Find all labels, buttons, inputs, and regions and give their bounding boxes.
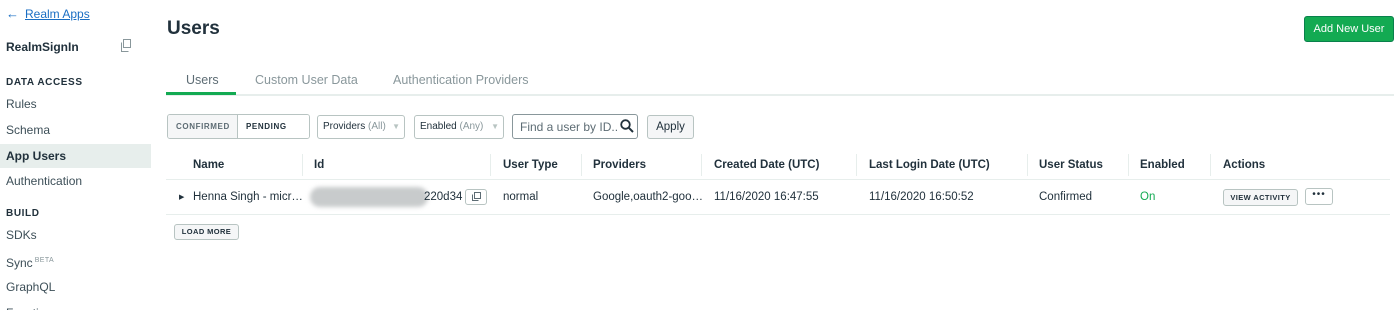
sidebar-item-sdks[interactable]: SDKs [0, 223, 151, 247]
redacted-id-mask [310, 187, 428, 207]
tab-bar: Users Custom User Data Authentication Pr… [166, 70, 1394, 96]
column-header-id[interactable]: Id [314, 159, 324, 171]
copy-icon [472, 192, 481, 201]
sidebar-item-graphql[interactable]: GraphQL [0, 275, 151, 299]
cell-user-type: normal [503, 191, 539, 203]
apply-button[interactable]: Apply [647, 115, 694, 139]
sidebar-item-schema[interactable]: Schema [0, 118, 151, 142]
column-divider[interactable] [701, 154, 702, 176]
user-search-box [512, 114, 638, 139]
column-header-user-type[interactable]: User Type [503, 159, 558, 171]
column-divider[interactable] [856, 154, 857, 176]
more-actions-button[interactable]: ••• [1305, 188, 1333, 205]
chevron-down-icon: ▼ [392, 122, 400, 131]
confirmed-toggle-button[interactable]: CONFIRMED [168, 115, 238, 138]
sidebar-item-rules[interactable]: Rules [0, 92, 151, 116]
sidebar-item-sync[interactable]: Sync BETA [0, 249, 151, 273]
column-divider[interactable] [1128, 154, 1129, 176]
chevron-down-icon: ▼ [491, 122, 499, 131]
providers-filter-dropdown[interactable]: Providers (All) ▼ [317, 115, 405, 139]
tab-authentication-providers[interactable]: Authentication Providers [393, 73, 529, 87]
enabled-filter-label: Enabled [420, 121, 457, 132]
pending-toggle-button[interactable]: PENDING [238, 115, 309, 138]
column-divider[interactable] [302, 154, 303, 176]
sidebar-item-sync-label: Sync [6, 256, 33, 270]
cell-user-status: Confirmed [1039, 191, 1093, 203]
app-name: RealmSignIn [6, 40, 79, 54]
column-divider[interactable] [1210, 154, 1211, 176]
user-search-input[interactable] [513, 115, 617, 138]
add-new-user-button[interactable]: Add New User [1304, 16, 1394, 42]
active-tab-indicator [166, 92, 236, 95]
column-header-created-date[interactable]: Created Date (UTC) [714, 159, 819, 171]
column-header-user-status[interactable]: User Status [1039, 159, 1103, 171]
column-divider[interactable] [490, 154, 491, 176]
providers-filter-value: (All) [368, 121, 386, 132]
section-title-data-access: DATA ACCESS [6, 77, 83, 88]
cell-created-date: 11/16/2020 16:47:55 [714, 191, 819, 203]
cell-providers: Google,oauth2-goo… [593, 191, 703, 203]
column-header-providers[interactable]: Providers [593, 159, 646, 171]
copy-icon[interactable] [120, 39, 132, 52]
back-to-realm-apps-link[interactable]: ← Realm Apps [6, 7, 90, 21]
load-more-button[interactable]: LOAD MORE [174, 224, 239, 240]
sidebar-item-authentication[interactable]: Authentication [0, 169, 151, 193]
sidebar-item-functions[interactable]: Functions [0, 301, 151, 310]
arrow-left-icon: ← [6, 6, 19, 21]
column-header-enabled[interactable]: Enabled [1140, 159, 1185, 171]
back-link-label: Realm Apps [25, 7, 90, 21]
column-header-actions: Actions [1223, 159, 1266, 171]
enabled-filter-dropdown[interactable]: Enabled (Any) ▼ [414, 115, 504, 139]
beta-badge: BETA [34, 257, 55, 264]
cell-enabled: On [1140, 191, 1156, 203]
tab-custom-user-data[interactable]: Custom User Data [255, 73, 358, 87]
column-divider[interactable] [1027, 154, 1028, 176]
table-row: ▶ Henna Singh - micr… 220d34 normal Goog… [166, 180, 1390, 215]
sidebar: ← Realm Apps RealmSignIn DATA ACCESS Rul… [0, 0, 152, 310]
sidebar-item-app-users[interactable]: App Users [0, 144, 151, 168]
expand-row-caret-icon[interactable]: ▶ [179, 193, 184, 201]
cell-id: 220d34 [424, 191, 463, 203]
copy-id-button[interactable] [465, 189, 487, 205]
column-header-name[interactable]: Name [193, 159, 224, 171]
column-divider[interactable] [581, 154, 582, 176]
search-icon[interactable] [620, 119, 634, 133]
providers-filter-label: Providers [323, 121, 366, 132]
user-status-toggle: CONFIRMED PENDING [167, 114, 310, 139]
cell-name: Henna Singh - micr… [193, 191, 303, 203]
view-activity-button[interactable]: VIEW ACTIVITY [1223, 189, 1298, 206]
column-header-last-login-date[interactable]: Last Login Date (UTC) [869, 159, 990, 171]
table-header: Name Id User Type Providers Created Date… [166, 150, 1390, 180]
section-title-build: BUILD [6, 208, 40, 219]
page-title: Users [167, 18, 220, 39]
cell-last-login-date: 11/16/2020 16:50:52 [869, 191, 974, 203]
tab-users[interactable]: Users [186, 73, 219, 87]
enabled-filter-value: (Any) [459, 121, 484, 132]
